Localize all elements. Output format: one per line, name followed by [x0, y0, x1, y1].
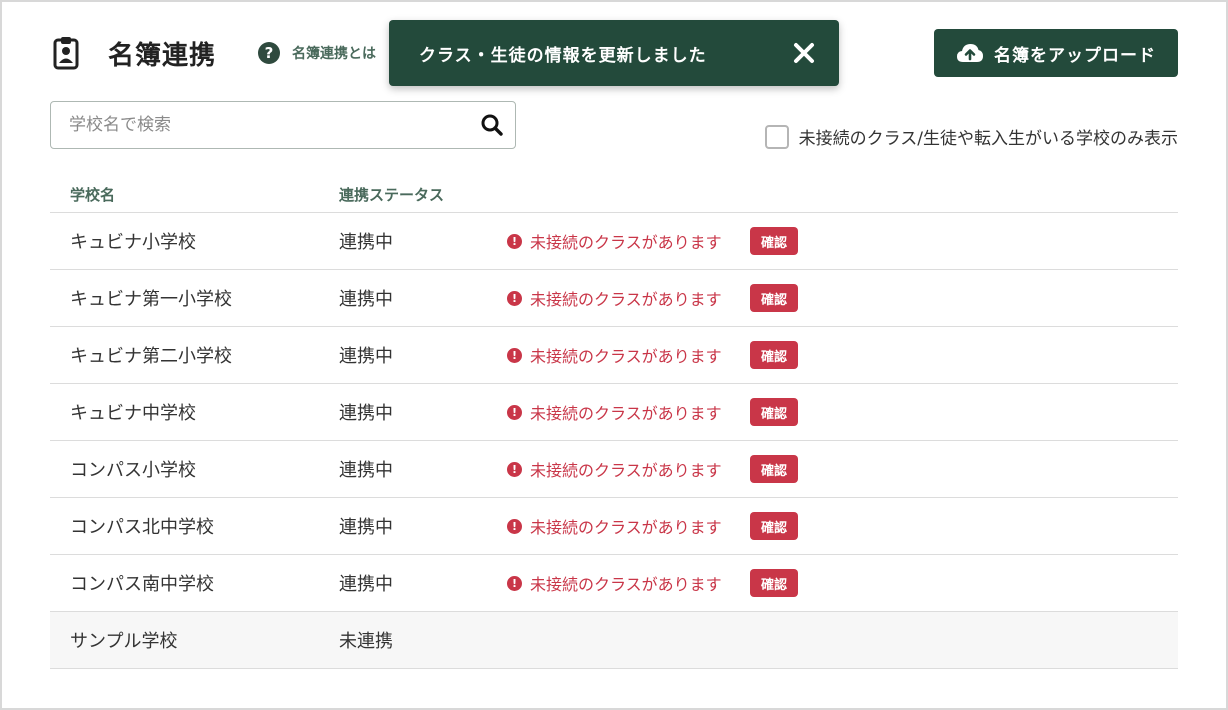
table-row: キュビナ第二小学校 連携中 ! 未接続のクラスがあります 確認 — [50, 327, 1178, 384]
confirm-button[interactable]: 確認 — [750, 227, 798, 255]
question-circle-icon[interactable]: ? — [258, 42, 281, 64]
table-row: キュビナ小学校 連携中 ! 未接続のクラスがあります 確認 — [50, 213, 1178, 270]
exclamation-circle-icon: ! — [507, 518, 522, 534]
column-header-status: 連携ステータス — [339, 185, 445, 204]
unconnected-warning: ! 未接続のクラスがあります — [507, 571, 722, 595]
warning-text: 未接続のクラスがあります — [530, 290, 722, 309]
help-section[interactable]: ? 名簿連携とは — [258, 42, 376, 64]
table-row: コンパス北中学校 連携中 ! 未接続のクラスがあります 確認 — [50, 498, 1178, 555]
table-row: キュビナ中学校 連携中 ! 未接続のクラスがあります 確認 — [50, 384, 1178, 441]
warning-text: 未接続のクラスがあります — [530, 575, 722, 594]
link-status: 連携中 — [339, 517, 393, 538]
search-icon[interactable] — [469, 102, 515, 148]
filter-checkbox[interactable] — [764, 124, 789, 149]
column-header-school: 学校名 — [70, 185, 116, 204]
unconnected-warning: ! 未接続のクラスがあります — [507, 343, 722, 367]
table-row: コンパス南中学校 連携中 ! 未接続のクラスがあります 確認 — [50, 555, 1178, 612]
filter-label[interactable]: 未接続のクラス/生徒や転入生がいる学校のみ表示 — [799, 124, 1178, 149]
school-name: キュビナ第一小学校 — [70, 289, 232, 310]
page-title: 名簿連携 — [108, 40, 217, 71]
school-name: コンパス北中学校 — [70, 517, 214, 538]
confirm-button[interactable]: 確認 — [750, 341, 798, 369]
link-status: 未連携 — [339, 631, 393, 652]
school-table: 学校名 連携ステータス キュビナ小学校 連携中 ! 未接続のクラスがあります 確… — [50, 176, 1178, 669]
page-header: 名簿連携 ? 名簿連携とは — [50, 30, 376, 76]
help-link[interactable]: 名簿連携とは — [292, 43, 376, 63]
table-row: コンパス小学校 連携中 ! 未接続のクラスがあります 確認 — [50, 441, 1178, 498]
link-status: 連携中 — [339, 460, 393, 481]
warning-text: 未接続のクラスがあります — [530, 461, 722, 480]
table-row: サンプル学校 未連携 — [50, 612, 1178, 669]
unconnected-warning: ! 未接続のクラスがあります — [507, 229, 722, 253]
school-name: コンパス南中学校 — [70, 574, 214, 595]
link-status: 連携中 — [339, 403, 393, 424]
exclamation-circle-icon: ! — [507, 290, 522, 306]
warning-text: 未接続のクラスがあります — [530, 233, 722, 252]
confirm-button[interactable]: 確認 — [750, 512, 798, 540]
school-name: サンプル学校 — [70, 631, 178, 652]
exclamation-circle-icon: ! — [507, 575, 522, 591]
confirm-button[interactable]: 確認 — [750, 398, 798, 426]
exclamation-circle-icon: ! — [507, 347, 522, 363]
school-name: コンパス小学校 — [70, 460, 196, 481]
confirm-button[interactable]: 確認 — [750, 284, 798, 312]
school-name: キュビナ第二小学校 — [70, 346, 232, 367]
confirm-button[interactable]: 確認 — [750, 455, 798, 483]
school-name: キュビナ小学校 — [70, 232, 196, 253]
warning-text: 未接続のクラスがあります — [530, 347, 722, 366]
link-status: 連携中 — [339, 346, 393, 367]
search-input[interactable] — [51, 102, 469, 148]
link-status: 連携中 — [339, 574, 393, 595]
filter-unconnected[interactable]: 未接続のクラス/生徒や転入生がいる学校のみ表示 — [764, 124, 1178, 149]
warning-text: 未接続のクラスがあります — [530, 518, 722, 537]
toast-notification: クラス・生徒の情報を更新しました — [389, 20, 839, 86]
unconnected-warning: ! 未接続のクラスがあります — [507, 400, 722, 424]
unconnected-warning: ! 未接続のクラスがあります — [507, 514, 722, 538]
toast-message: クラス・生徒の情報を更新しました — [419, 45, 707, 66]
confirm-button[interactable]: 確認 — [750, 569, 798, 597]
exclamation-circle-icon: ! — [507, 404, 522, 420]
table-header: 学校名 連携ステータス — [50, 176, 1178, 213]
table-row: キュビナ第一小学校 連携中 ! 未接続のクラスがあります 確認 — [50, 270, 1178, 327]
upload-roster-button[interactable]: 名簿をアップロード — [934, 29, 1178, 77]
unconnected-warning: ! 未接続のクラスがあります — [507, 457, 722, 481]
link-status: 連携中 — [339, 289, 393, 310]
link-status: 連携中 — [339, 232, 393, 253]
exclamation-circle-icon: ! — [507, 233, 522, 249]
search-box — [50, 101, 516, 149]
close-icon[interactable] — [791, 40, 817, 66]
warning-text: 未接続のクラスがあります — [530, 404, 722, 423]
exclamation-circle-icon: ! — [507, 461, 522, 477]
clipboard-user-icon — [50, 30, 82, 76]
upload-button-label: 名簿をアップロード — [994, 45, 1156, 66]
unconnected-warning: ! 未接続のクラスがあります — [507, 286, 722, 310]
cloud-upload-icon — [956, 43, 984, 63]
school-name: キュビナ中学校 — [70, 403, 196, 424]
